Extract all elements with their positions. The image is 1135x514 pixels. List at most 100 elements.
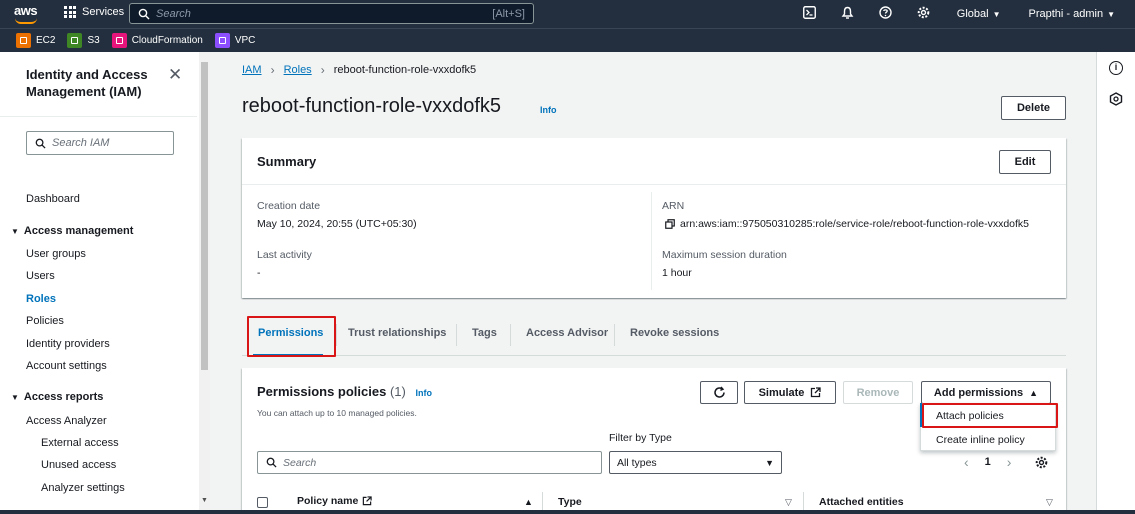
sort-icon[interactable]: ▽ — [1046, 497, 1053, 508]
search-placeholder: Search — [283, 456, 317, 469]
max-session-label: Maximum session duration — [662, 249, 787, 261]
sidebar-scrollbar-thumb[interactable] — [201, 62, 208, 370]
sidebar-item-user-groups[interactable]: User groups — [26, 248, 86, 260]
permissions-info-link[interactable]: Info — [415, 388, 432, 398]
sort-ascending-icon[interactable]: ▲ — [524, 497, 533, 507]
select-all-checkbox[interactable] — [257, 497, 268, 508]
sort-icon[interactable]: ▽ — [785, 497, 792, 508]
sidebar-title[interactable]: Identity and Access Management (IAM) — [26, 66, 166, 100]
aws-logo-text: aws — [14, 3, 38, 18]
tab-tags[interactable]: Tags — [472, 327, 497, 339]
gear-icon[interactable] — [905, 6, 943, 22]
search-icon — [266, 457, 277, 468]
chevron-left-icon[interactable]: ‹ — [964, 454, 969, 470]
max-session-value: 1 hour — [662, 267, 692, 279]
divider — [651, 192, 652, 290]
favorite-vpc[interactable]: VPC — [214, 33, 255, 48]
chevron-right-icon[interactable]: › — [1007, 454, 1012, 470]
title-info-link[interactable]: Info — [540, 105, 557, 115]
search-placeholder: Search — [156, 7, 191, 20]
feedback-icon[interactable] — [1109, 92, 1123, 109]
breadcrumb-current: reboot-function-role-vxxdofk5 — [333, 64, 477, 76]
search-icon — [138, 8, 150, 19]
chevron-down-icon: ▼ — [992, 10, 1001, 19]
summary-panel: Summary Edit Creation date May 10, 2024,… — [242, 138, 1066, 298]
sidebar-section-access-management[interactable]: ▼ Access management — [11, 225, 133, 237]
help-icon[interactable] — [867, 6, 905, 22]
tab-divider — [614, 324, 615, 346]
breadcrumb-roles-link[interactable]: Roles — [284, 64, 312, 76]
add-permissions-button[interactable]: Add permissions ▲ — [921, 381, 1051, 404]
tab-access-advisor[interactable]: Access Advisor — [526, 327, 608, 339]
region-selector[interactable]: Global ▼ — [957, 8, 1001, 20]
search-placeholder: Search IAM — [52, 137, 110, 149]
global-search-input[interactable]: Search [Alt+S] — [129, 3, 534, 24]
grid-icon — [64, 6, 76, 18]
bell-icon[interactable] — [829, 6, 867, 22]
policy-search-input[interactable]: Search — [257, 451, 602, 474]
column-header-type[interactable]: Type — [558, 496, 582, 508]
page-title: reboot-function-role-vxxdofk5 — [242, 95, 502, 117]
nav-right: Global ▼ Prapthi - admin ▼ — [791, 0, 1115, 28]
top-navigation: aws Services Search [Alt+S] Global ▼ Prap… — [0, 0, 1135, 28]
summary-heading: Summary — [257, 154, 317, 169]
breadcrumb: IAM › Roles › reboot-function-role-vxxdo… — [242, 63, 476, 77]
sidebar-section-access-reports[interactable]: ▼ Access reports — [11, 391, 103, 403]
page-number[interactable]: 1 — [985, 456, 991, 468]
column-header-attached-entities[interactable]: Attached entities — [819, 496, 904, 508]
last-activity-label: Last activity — [257, 249, 312, 261]
services-label: Services — [82, 6, 125, 18]
column-header-policy-name[interactable]: Policy name — [297, 495, 372, 507]
favorite-s3[interactable]: S3 — [67, 33, 100, 48]
favorites-bar: EC2 S3 CloudFormation VPC — [0, 28, 1135, 52]
sidebar-item-users[interactable]: Users — [26, 270, 55, 282]
sidebar-item-policies[interactable]: Policies — [26, 315, 64, 327]
favorite-cloudformation[interactable]: CloudFormation — [111, 33, 203, 48]
scroll-down-icon[interactable]: ▼ — [201, 497, 208, 504]
gear-icon[interactable] — [1035, 456, 1048, 472]
info-icon[interactable]: i — [1109, 61, 1123, 75]
sidebar-item-unused-access[interactable]: Unused access — [41, 459, 116, 471]
chevron-right-icon: › — [270, 63, 275, 77]
sidebar-item-roles[interactable]: Roles — [26, 293, 56, 305]
permissions-policies-title: Permissions policies (1) Info — [257, 384, 432, 399]
chevron-down-icon: ▼ — [1107, 10, 1115, 19]
permissions-tab-highlight — [247, 316, 336, 357]
remove-button[interactable]: Remove — [843, 381, 913, 404]
chevron-right-icon: › — [320, 63, 325, 77]
sidebar-item-access-analyzer[interactable]: Access Analyzer — [26, 415, 107, 427]
search-iam-input[interactable]: Search IAM — [26, 131, 174, 155]
account-menu[interactable]: Prapthi - admin ▼ — [1028, 8, 1115, 20]
sidebar: Identity and Access Management (IAM) ✕ S… — [0, 52, 210, 510]
aws-smile-icon — [15, 18, 37, 24]
type-filter-select[interactable]: All types ▼ — [609, 451, 782, 474]
sidebar-item-account-settings[interactable]: Account settings — [26, 360, 107, 372]
sidebar-item-dashboard[interactable]: Dashboard — [26, 193, 80, 205]
copy-icon[interactable] — [665, 219, 675, 229]
sidebar-item-identity-providers[interactable]: Identity providers — [26, 338, 110, 350]
refresh-button[interactable] — [700, 381, 738, 404]
sidebar-item-external-access[interactable]: External access — [41, 437, 119, 449]
divider — [0, 116, 197, 117]
services-menu-button[interactable]: Services — [64, 6, 124, 18]
close-icon[interactable]: ✕ — [168, 66, 182, 83]
delete-button[interactable]: Delete — [1001, 96, 1066, 120]
caret-down-icon: ▼ — [11, 227, 19, 236]
tab-trust-relationships[interactable]: Trust relationships — [348, 327, 446, 339]
external-link-icon — [811, 387, 822, 398]
edit-button[interactable]: Edit — [999, 150, 1051, 174]
cloudformation-icon — [111, 33, 127, 48]
attach-limit-hint: You can attach up to 10 managed policies… — [257, 408, 417, 418]
last-activity-value: - — [257, 267, 261, 279]
menu-item-create-inline-policy[interactable]: Create inline policy — [936, 434, 1025, 446]
filter-by-type-label: Filter by Type — [609, 432, 672, 444]
sidebar-item-analyzer-settings[interactable]: Analyzer settings — [41, 482, 125, 494]
cloudshell-icon[interactable] — [791, 6, 829, 22]
favorite-ec2[interactable]: EC2 — [16, 33, 55, 48]
simulate-button[interactable]: Simulate — [744, 381, 836, 404]
search-icon — [35, 138, 46, 149]
tab-revoke-sessions[interactable]: Revoke sessions — [630, 327, 719, 339]
breadcrumb-iam-link[interactable]: IAM — [242, 64, 262, 76]
search-shortcut: [Alt+S] — [492, 7, 525, 20]
aws-logo[interactable]: aws — [14, 3, 40, 25]
